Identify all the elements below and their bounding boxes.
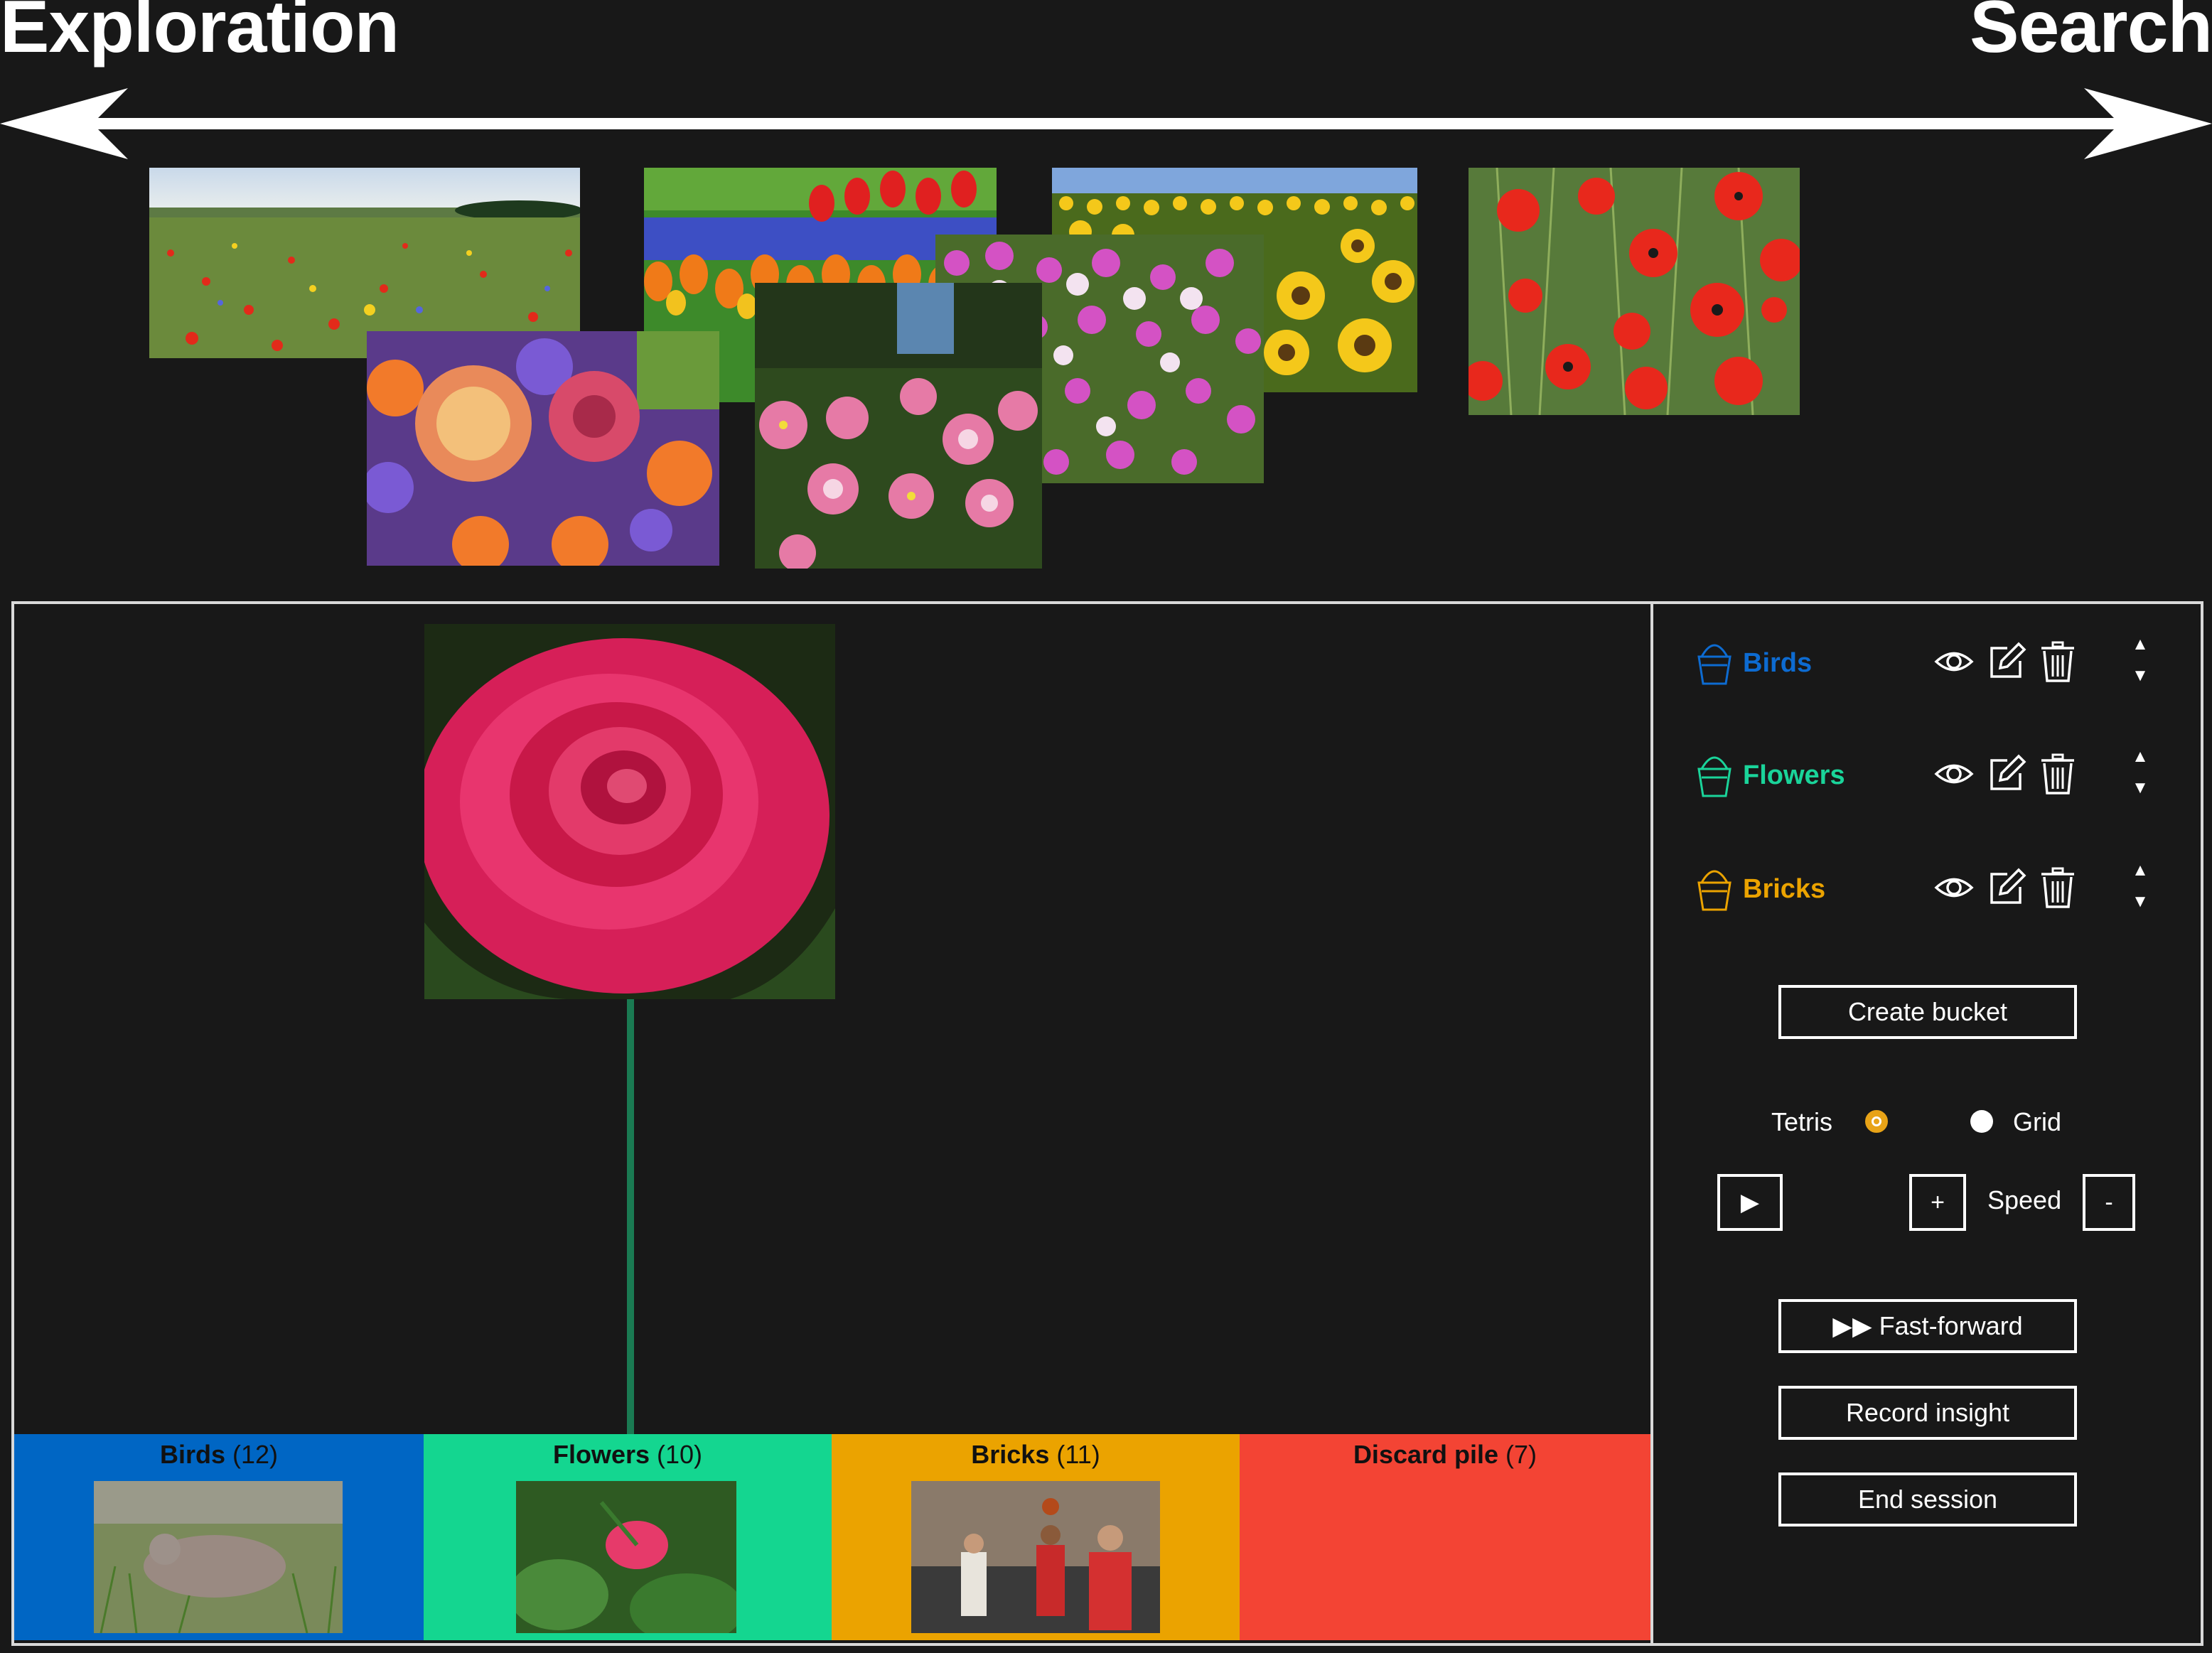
bucket-bar-title: Birds (12) [14,1440,424,1470]
edit-icon[interactable] [1986,641,2027,682]
bucket-bar-birds[interactable]: Birds (12) [14,1434,424,1640]
bucket-control-panel: Birds ▲ ▼ Flowers ▲ ▼ Bricks ▲ ▼ Create … [1650,601,2203,1646]
bouquet-image[interactable] [367,331,719,566]
sort-up-icon[interactable]: ▲ [2130,748,2151,765]
record-insight-button[interactable]: Record insight [1778,1386,2077,1440]
bucket-name-flowers[interactable]: Flowers [1743,760,1845,791]
speed-plus-button[interactable]: + [1909,1174,1966,1231]
edit-icon[interactable] [1986,867,2027,908]
bucket-icon [1697,756,1732,797]
trash-icon[interactable] [2037,867,2078,908]
trash-icon[interactable] [2037,641,2078,682]
speed-minus-button[interactable]: - [2083,1174,2135,1231]
trash-icon[interactable] [2037,753,2078,795]
bucket-bar-name: Bricks [971,1440,1050,1469]
exploration-label: Exploration [0,0,399,68]
exploration-search-axis [0,88,2212,159]
bucket-row-bricks: Bricks ▲ ▼ [1653,860,2201,917]
poppies-image[interactable] [1469,168,1800,415]
edit-icon[interactable] [1986,753,2027,795]
tetris-radio[interactable] [1865,1110,1888,1133]
sort-down-icon[interactable]: ▼ [2130,780,2151,797]
bucket-bar-flowers[interactable]: Flowers (10) [424,1434,832,1640]
play-button[interactable]: ▶ [1717,1174,1783,1231]
falling-rose-image[interactable] [424,624,835,999]
eye-icon[interactable] [1933,753,1975,795]
flower-thumbnail [516,1481,736,1633]
bucket-bar-count: (12) [232,1440,279,1469]
grid-radio-label: Grid [2013,1107,2062,1136]
create-bucket-button[interactable]: Create bucket [1778,985,2077,1039]
speed-label: Speed [1987,1185,2062,1215]
fast-forward-button[interactable]: ▶▶ Fast-forward [1778,1299,2077,1353]
dahlias-image[interactable] [755,283,1042,569]
eye-icon[interactable] [1933,641,1975,682]
bucket-row-birds: Birds ▲ ▼ [1653,634,2201,691]
drop-guide-line [627,999,634,1434]
bucket-name-birds[interactable]: Birds [1743,648,1812,679]
grid-radio[interactable] [1970,1110,1993,1133]
bucket-bar-count: (11) [1056,1440,1100,1469]
bucket-bar-discard[interactable]: Discard pile (7) [1240,1434,1650,1640]
tetris-radio-label: Tetris [1771,1107,1833,1136]
bucket-name-bricks[interactable]: Bricks [1743,874,1825,905]
meadow-image[interactable] [149,168,580,358]
bucket-bar-bricks[interactable]: Bricks (11) [832,1434,1240,1640]
end-session-button[interactable]: End session [1778,1472,2077,1527]
sort-up-icon[interactable]: ▲ [2130,862,2151,879]
bucket-bar-name: Flowers [552,1440,650,1469]
bucket-bar-title: Flowers (10) [424,1440,832,1470]
bucket-bar-count: (10) [657,1440,703,1469]
bucket-bar-name: Discard pile [1353,1440,1499,1469]
sort-up-icon[interactable]: ▲ [2130,636,2151,653]
bucket-bar-title: Bricks (11) [832,1440,1240,1470]
bucket-icon [1697,870,1732,911]
bucket-icon [1697,644,1732,685]
eye-icon[interactable] [1933,867,1975,908]
sort-down-icon[interactable]: ▼ [2130,893,2151,910]
basketball-thumbnail [911,1481,1160,1633]
bird-thumbnail [94,1481,343,1633]
bucket-bar-title: Discard pile (7) [1240,1440,1650,1470]
bucket-bar-count: (7) [1505,1440,1537,1469]
search-label: Search [1970,0,2212,68]
bucket-row-flowers: Flowers ▲ ▼ [1653,746,2201,803]
bucket-bar-name: Birds [159,1440,225,1469]
sort-down-icon[interactable]: ▼ [2130,667,2151,684]
